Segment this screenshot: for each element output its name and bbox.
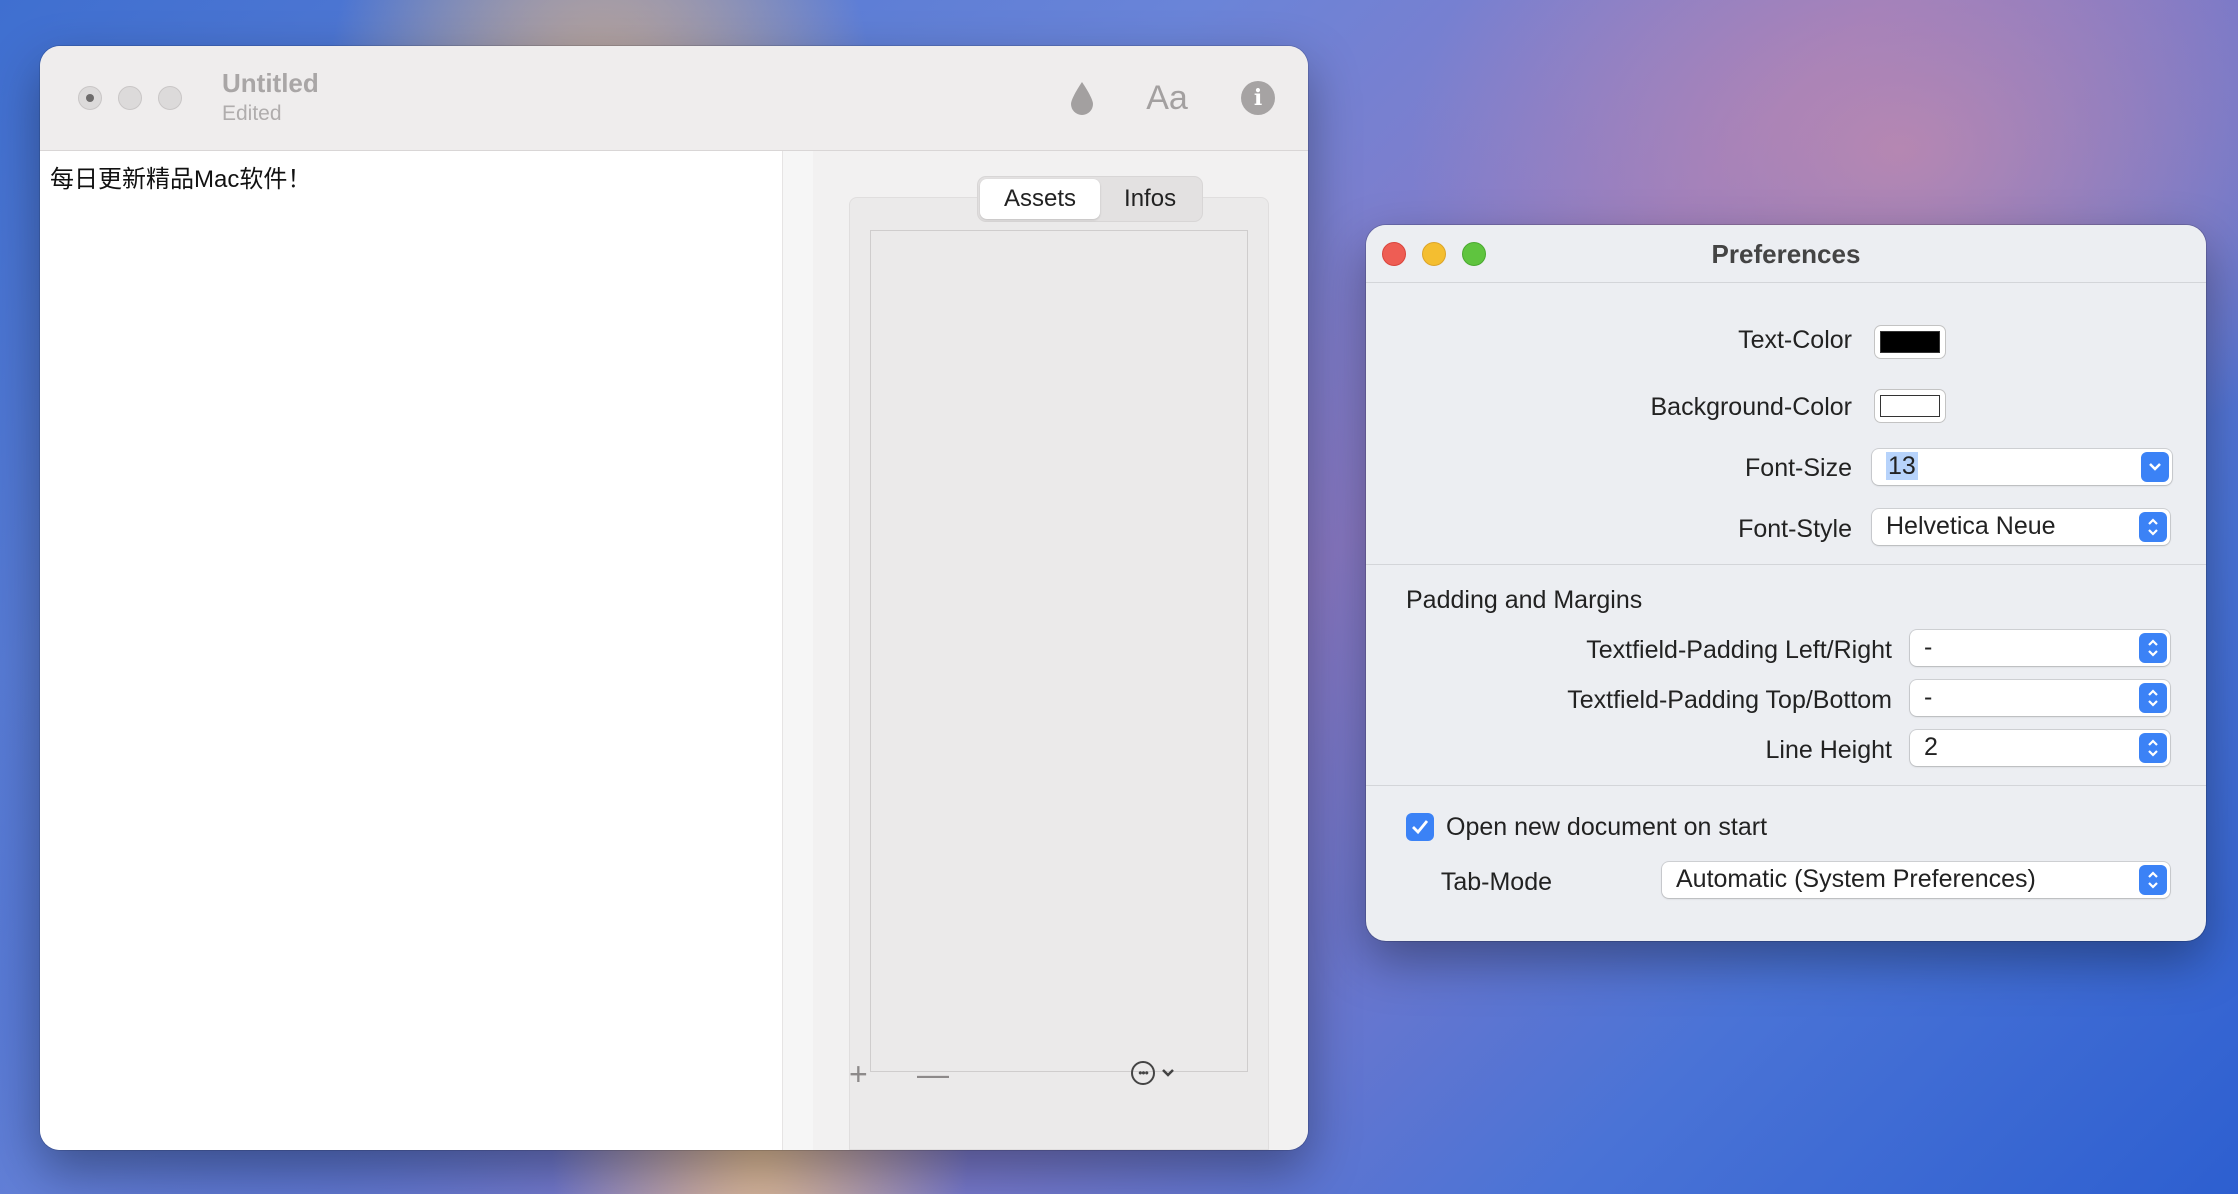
more-icon: ••• [1131,1061,1155,1085]
updown-chevron-icon [2139,512,2167,542]
editor-titlebar: Untitled Edited Aa i [40,46,1308,151]
tab-infos[interactable]: Infos [1100,179,1200,219]
padding-tb-value: - [1924,683,1933,711]
padding-tb-label: Textfield-Padding Top/Bottom [1567,686,1892,714]
padding-tb-popup[interactable]: - [1910,680,2170,716]
open-new-document-checkbox[interactable] [1406,813,1434,841]
tab-mode-label: Tab-Mode [1440,868,1552,896]
color-drop-icon[interactable] [1064,76,1100,120]
padding-section-title: Padding and Margins [1406,586,1643,614]
document-title: Untitled [222,68,319,98]
updown-chevron-icon [2139,865,2167,895]
editor-window: Untitled Edited Aa i 每日更新精品Mac软件！ Assets… [40,46,1308,1150]
assets-list[interactable] [870,230,1248,1072]
minimize-button[interactable] [118,86,142,110]
padding-lr-label: Textfield-Padding Left/Right [1586,636,1892,664]
preferences-title: Preferences [1711,239,1861,269]
tab-mode-popup[interactable]: Automatic (System Preferences) [1662,862,2170,898]
line-height-value: 2 [1924,733,1938,761]
editor-scroll-gutter [782,151,814,1150]
text-color-swatch [1880,331,1940,353]
remove-asset-button[interactable]: — [917,1056,949,1093]
updown-chevron-icon [2139,633,2167,663]
add-asset-button[interactable]: + [849,1056,868,1093]
updown-chevron-icon [2139,733,2167,763]
padding-lr-popup[interactable]: - [1910,630,2170,666]
chevron-down-icon[interactable] [2141,452,2169,482]
font-size-label: Font-Size [1745,454,1852,482]
editor-text: 每日更新精品Mac软件！ [50,166,312,193]
text-editor[interactable]: 每日更新精品Mac软件！ [40,151,782,1150]
line-height-label: Line Height [1765,736,1892,764]
divider [1366,564,2206,565]
open-new-document-label[interactable]: Open new document on start [1446,813,1767,842]
close-button[interactable] [78,86,102,110]
more-actions-button[interactable]: ••• [1131,1061,1175,1085]
text-color-well[interactable] [1874,325,1946,359]
sidebar-box: Assets Infos [849,176,1269,1150]
chevron-down-icon [1162,1069,1174,1077]
font-style-popup[interactable]: Helvetica Neue [1872,509,2170,545]
zoom-button[interactable] [158,86,182,110]
info-button[interactable]: i [1236,76,1280,120]
tab-mode-value: Automatic (System Preferences) [1676,865,2036,893]
font-size-combobox[interactable]: 13 [1872,449,2172,485]
updown-chevron-icon [2139,683,2167,713]
background-color-label: Background-Color [1650,393,1853,421]
font-style-label: Font-Style [1738,515,1852,543]
line-height-popup[interactable]: 2 [1910,730,2170,766]
background-color-swatch [1880,395,1940,417]
sidebar-tab-control: Assets Infos [977,176,1204,222]
text-color-label: Text-Color [1738,326,1852,354]
font-icon[interactable]: Aa [1132,76,1202,120]
font-style-value: Helvetica Neue [1886,512,2056,540]
preferences-titlebar: Preferences [1366,225,2206,283]
padding-lr-value: - [1924,633,1933,661]
background-color-well[interactable] [1874,389,1946,423]
sidebar-panel: Assets Infos + — ••• [813,151,1308,1150]
font-size-value: 13 [1886,452,1918,480]
divider [1366,785,2206,786]
preferences-window: Preferences Text-Color Background-Color … [1366,225,2206,941]
document-status: Edited [222,102,282,125]
info-icon: i [1241,81,1275,115]
tab-assets[interactable]: Assets [980,179,1101,219]
